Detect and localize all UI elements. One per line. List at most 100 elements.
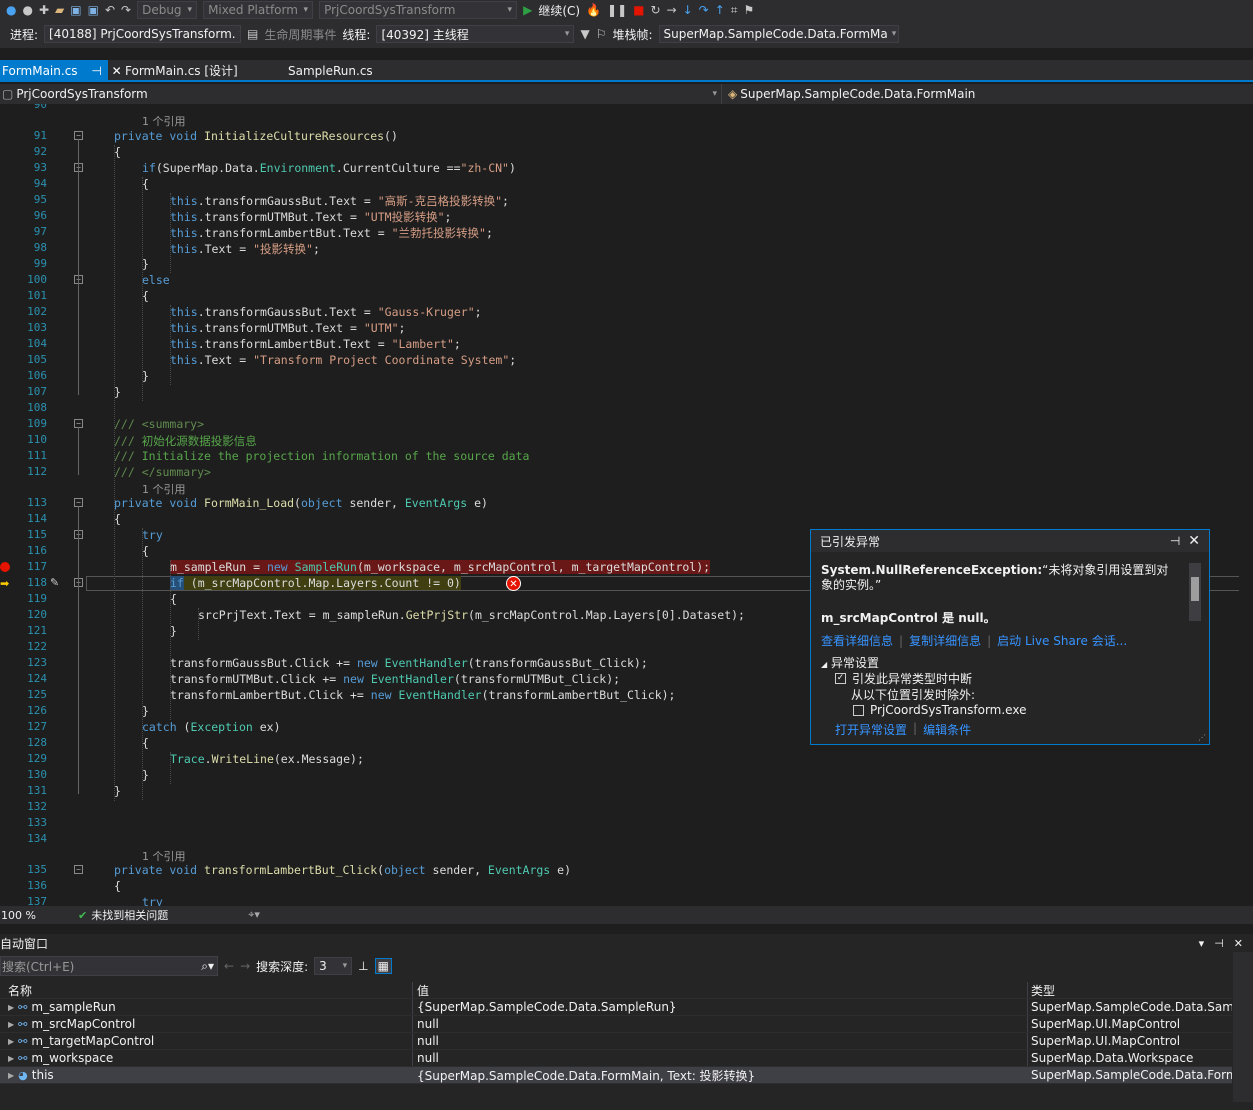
config-dropdown[interactable]: Debug ▾ (137, 1, 198, 19)
stackframe-dropdown[interactable]: SuperMap.SampleCode.Data.FormMa ▾ (658, 25, 899, 43)
col-value-header[interactable]: 值 (413, 982, 1028, 998)
code-line[interactable]: } (142, 257, 149, 271)
view-details-link[interactable]: 查看详细信息 (821, 632, 893, 649)
restart-icon[interactable]: ↻ (650, 4, 660, 16)
variable-value[interactable]: null (417, 1034, 439, 1048)
open-exception-settings-link[interactable]: 打开异常设置 (835, 721, 907, 738)
message-scrollbar[interactable] (1189, 563, 1201, 621)
forward-icon[interactable]: ● (22, 4, 32, 16)
variable-value[interactable]: null (417, 1017, 439, 1031)
hot-reload-icon[interactable]: 🔥 (586, 4, 601, 16)
autos-row[interactable]: ▶ ⚯ m_workspace null SuperMap.Data.Workspace (0, 1050, 1232, 1067)
platform-dropdown[interactable]: Mixed Platform ▾ (203, 1, 314, 19)
thread-dropdown[interactable]: [40392] 主线程 ▾ (376, 25, 575, 43)
filter-icon[interactable]: ▼ (580, 28, 589, 40)
code-line[interactable]: private void FormMain_Load(object sender… (114, 496, 488, 510)
collapse-region-icon[interactable]: − (74, 865, 83, 874)
break-on-exception-checkbox[interactable]: ✓ (835, 673, 846, 684)
step-out-icon[interactable]: ↑ (715, 4, 725, 16)
code-line[interactable]: if (m_srcMapControl.Map.Layers.Count != … (170, 576, 461, 590)
pause-icon[interactable]: ❚❚ (607, 4, 627, 16)
code-line[interactable]: /// 初始化源数据投影信息 (114, 433, 257, 449)
code-line[interactable]: this.Text = "投影转换"; (170, 241, 320, 257)
pin-icon[interactable]: ⊣ (1214, 937, 1224, 950)
autos-row[interactable]: ▶ ◕ this {SuperMap.SampleCode.Data.FormMain… (0, 1067, 1232, 1084)
code-line[interactable]: /// </summary> (114, 465, 211, 479)
code-line[interactable]: transformLambertBut.Click += new EventHa… (170, 688, 675, 702)
brush-icon[interactable]: ⌖▾ (248, 908, 260, 922)
zoom-level[interactable]: 100 % (0, 909, 60, 922)
pin-icon[interactable]: ⊣ (91, 64, 101, 78)
open-folder-icon[interactable]: ▰ (55, 4, 64, 16)
continue-button[interactable]: 继续(C) (538, 2, 580, 19)
close-icon[interactable]: ✕ (1188, 533, 1200, 549)
autos-row[interactable]: ▶ ⚯ m_srcMapControl null SuperMap.UI.MapCont… (0, 1016, 1232, 1033)
lifecycle-events-button[interactable]: 生命周期事件 (264, 26, 336, 43)
edit-conditions-link[interactable]: 编辑条件 (923, 721, 971, 738)
class-nav-dropdown[interactable]: ◈ SuperMap.SampleCode.Data.FormMain (722, 87, 975, 101)
code-line[interactable]: this.transformGaussBut.Text = "Gauss-Kru… (170, 305, 482, 319)
reference-count-lens[interactable]: 1 个引用 (142, 848, 186, 864)
autos-row[interactable]: ▶ ⚯ m_sampleRun {SuperMap.SampleCode.Data.S… (0, 999, 1232, 1016)
code-line[interactable]: this.Text = "Transform Project Coordinat… (170, 353, 516, 367)
search-back-icon[interactable]: ← (224, 959, 234, 973)
continue-icon[interactable]: ▶ (523, 4, 532, 16)
hex-display-icon[interactable]: ⌗ (731, 4, 738, 16)
step-into-icon[interactable]: ↓ (683, 4, 693, 16)
code-line[interactable]: { (142, 289, 149, 303)
expand-icon[interactable]: ▶ (8, 1054, 14, 1063)
code-line[interactable]: { (142, 544, 149, 558)
code-line[interactable]: transformGaussBut.Click += new EventHand… (170, 656, 648, 670)
code-line[interactable]: { (170, 592, 177, 606)
resize-grip-icon[interactable]: ⋰ (1198, 733, 1206, 742)
code-line[interactable]: { (114, 512, 121, 526)
editor-scrollbar[interactable] (1239, 104, 1253, 906)
expand-icon[interactable]: ▶ (8, 1037, 14, 1046)
code-line[interactable]: { (114, 145, 121, 159)
stop-icon[interactable]: ■ (633, 4, 644, 16)
live-share-link[interactable]: 启动 Live Share 会话... (997, 632, 1127, 649)
code-line[interactable]: /// Initialize the projection informatio… (114, 449, 529, 463)
code-line[interactable]: } (142, 704, 149, 718)
save-icon[interactable]: ▣ (70, 4, 81, 16)
show-next-statement-icon[interactable]: → (667, 4, 677, 16)
code-line[interactable]: } (114, 385, 121, 399)
startup-project-dropdown[interactable]: PrjCoordSysTransform ▾ (319, 1, 518, 19)
code-line[interactable]: { (114, 879, 121, 893)
chevron-down-icon[interactable]: ▾ (1199, 937, 1205, 950)
run-to-click-icon[interactable]: ✎ (50, 576, 59, 589)
exception-glyph-icon[interactable]: ✕ (506, 576, 521, 591)
code-editor[interactable]: 90 1 个引用 91 − private void InitializeCultur… (0, 104, 1253, 906)
expand-icon[interactable]: ▶ (8, 1020, 14, 1029)
close-icon[interactable]: ✕ (1234, 937, 1243, 950)
code-line[interactable]: } (114, 784, 121, 798)
view-mode-icon[interactable]: ▦ (374, 958, 392, 974)
new-project-icon[interactable]: ✚ (39, 4, 49, 16)
issues-status[interactable]: 未找到相关问题 (91, 907, 168, 923)
code-line[interactable]: if(SuperMap.Data.Environment.CurrentCult… (142, 161, 516, 175)
search-input[interactable]: 搜索(Ctrl+E) ⌕▾ (0, 956, 218, 976)
back-icon[interactable]: ● (6, 4, 16, 16)
code-line[interactable]: } (170, 624, 177, 638)
tab-samplerun-cs[interactable]: SampleRun.cs (288, 60, 373, 82)
code-line[interactable]: this.transformLambertBut.Text = "兰勃托投影转换… (170, 225, 493, 241)
variable-value[interactable]: null (417, 1051, 439, 1065)
bookmark-icon[interactable]: ⚑ (744, 4, 755, 16)
expand-icon[interactable]: ▶ (8, 1071, 14, 1080)
save-all-icon[interactable]: ▣ (88, 4, 99, 16)
col-name-header[interactable]: 名称 (0, 982, 413, 998)
search-icon[interactable]: ⌕▾ (201, 959, 217, 974)
project-nav-dropdown[interactable]: ▢ PrjCoordSysTransform ▾ (0, 84, 722, 104)
variable-value[interactable]: {SuperMap.SampleCode.Data.FormMain, Text… (417, 1067, 755, 1083)
code-line[interactable]: } (142, 768, 149, 782)
code-line[interactable]: else (142, 273, 170, 287)
code-line[interactable]: /// <summary> (114, 417, 204, 431)
expand-icon[interactable]: ▶ (8, 1003, 14, 1012)
exclude-exe-checkbox[interactable] (853, 704, 864, 716)
code-line[interactable]: } (142, 369, 149, 383)
code-line[interactable]: private void transformLambertBut_Click(o… (114, 863, 571, 877)
copy-details-link[interactable]: 复制详细信息 (909, 632, 981, 649)
code-line[interactable]: m_sampleRun = new SampleRun(m_workspace,… (170, 560, 711, 574)
pin-icon[interactable]: ⊣ (1170, 534, 1180, 548)
code-line[interactable]: { (142, 177, 149, 191)
